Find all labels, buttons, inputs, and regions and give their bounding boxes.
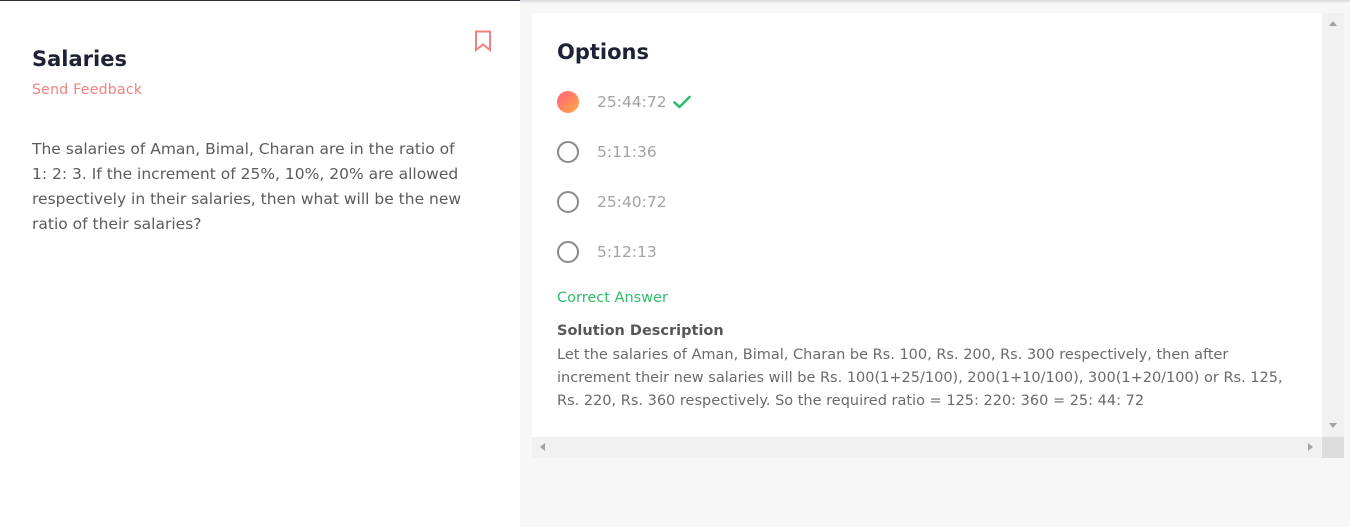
option-4[interactable]: 5:12:13 bbox=[557, 240, 657, 264]
option-label: 25:44:72 bbox=[597, 93, 667, 111]
radio-selected[interactable] bbox=[557, 91, 579, 113]
solution-heading: Solution Description bbox=[557, 323, 724, 339]
option-2[interactable]: 5:11:36 bbox=[557, 140, 657, 164]
bookmark-icon[interactable] bbox=[474, 30, 492, 52]
result-status: Correct Answer bbox=[557, 290, 668, 306]
option-1[interactable]: 25:44:72 bbox=[557, 90, 691, 114]
checkmark-icon bbox=[672, 95, 691, 109]
send-feedback-link[interactable]: Send Feedback bbox=[32, 82, 142, 98]
radio-button[interactable] bbox=[557, 191, 579, 213]
vertical-scrollbar[interactable] bbox=[1322, 13, 1344, 437]
radio-button[interactable] bbox=[557, 141, 579, 163]
option-3[interactable]: 25:40:72 bbox=[557, 190, 667, 214]
option-label: 25:40:72 bbox=[597, 193, 667, 211]
options-card: Options 25:44:72 5:11:36 25:40:72 5:12:1… bbox=[532, 13, 1322, 437]
scroll-left-arrow-icon[interactable] bbox=[540, 443, 545, 451]
top-shadow bbox=[520, 0, 1350, 3]
option-label: 5:11:36 bbox=[597, 143, 657, 161]
scrollbar-corner bbox=[1322, 437, 1344, 458]
question-text: The salaries of Aman, Bimal, Charan are … bbox=[32, 140, 462, 233]
question-title: Salaries bbox=[32, 47, 127, 71]
question-panel: Salaries Send Feedback The salaries of A… bbox=[0, 1, 520, 527]
solution-text: Let the salaries of Aman, Bimal, Charan … bbox=[557, 347, 1283, 409]
horizontal-scrollbar[interactable] bbox=[532, 437, 1322, 458]
options-heading: Options bbox=[557, 40, 649, 64]
scroll-right-arrow-icon[interactable] bbox=[1308, 443, 1313, 451]
option-label: 5:12:13 bbox=[597, 243, 657, 261]
scroll-up-arrow-icon[interactable] bbox=[1329, 21, 1337, 26]
scroll-down-arrow-icon[interactable] bbox=[1329, 423, 1337, 428]
radio-button[interactable] bbox=[557, 241, 579, 263]
